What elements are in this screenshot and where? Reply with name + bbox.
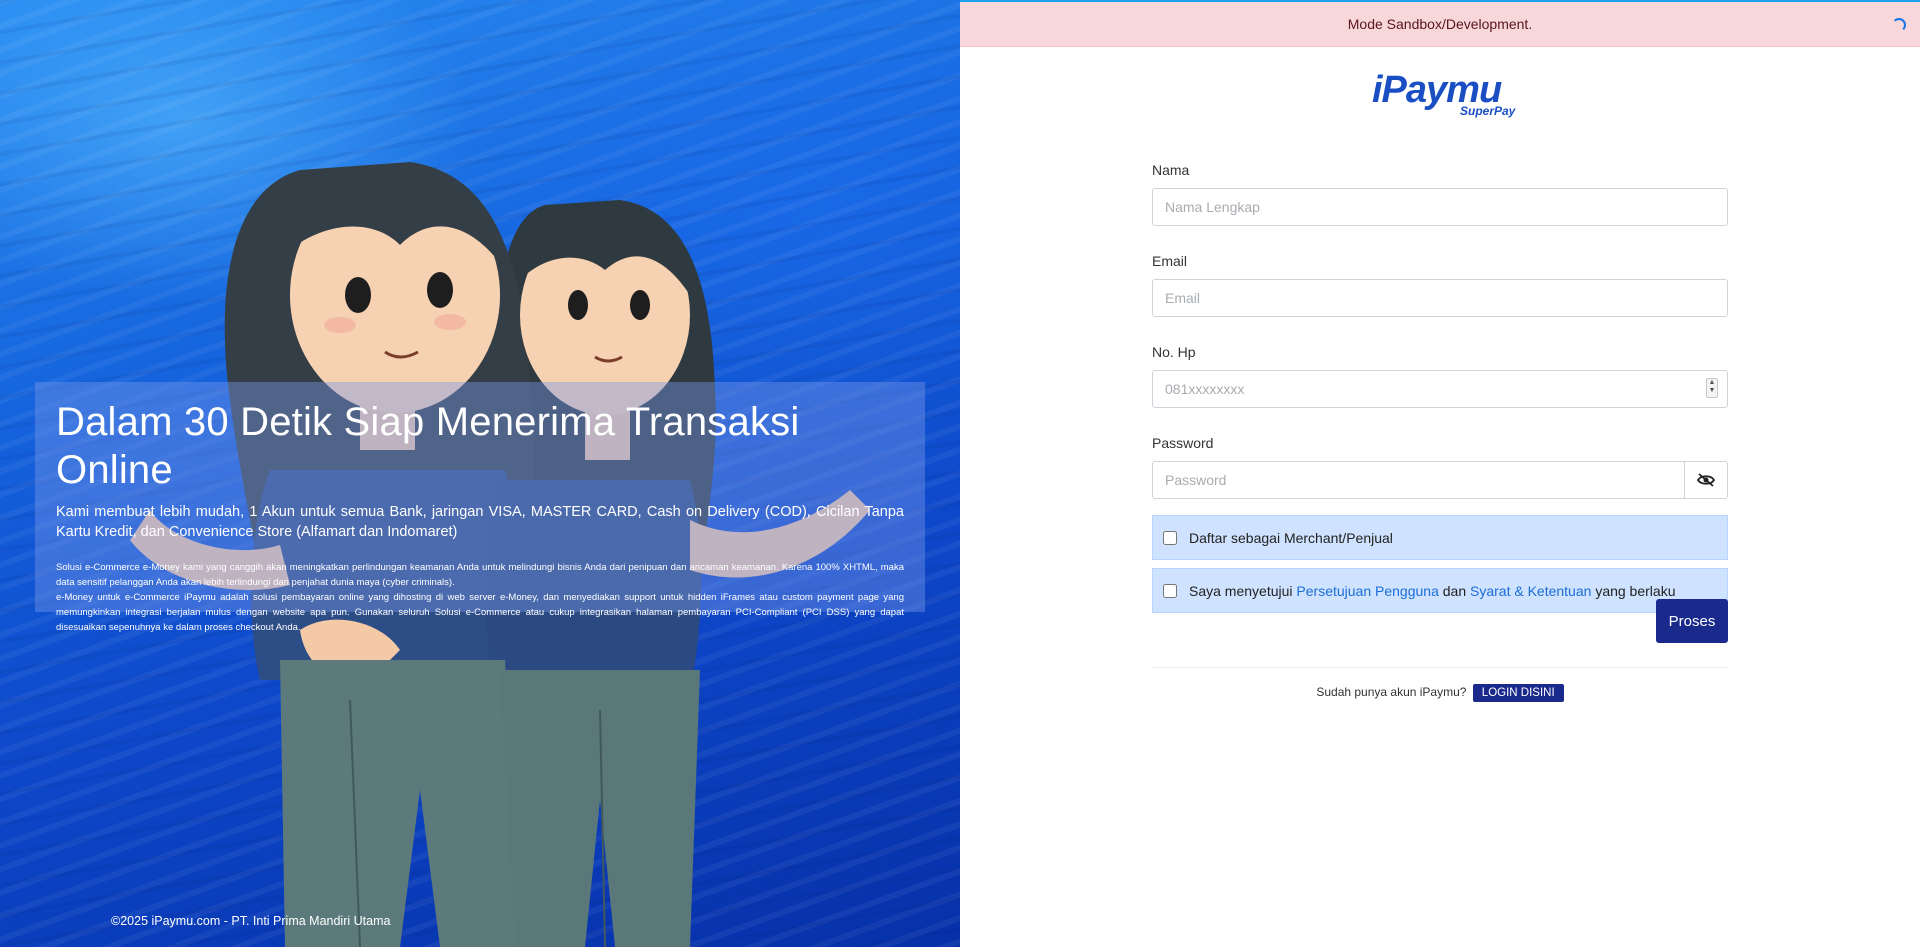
spinner-icon <box>1892 18 1906 32</box>
proses-button[interactable]: Proses <box>1656 599 1728 643</box>
password-label: Password <box>1152 435 1214 451</box>
hero-title: Dalam 30 Detik Siap Menerima Transaksi O… <box>56 400 800 492</box>
hero-subtitle: Kami membuat lebih mudah, 1 Akun untuk s… <box>56 504 904 540</box>
user-agreement-link[interactable]: Persetujuan Pengguna <box>1296 583 1438 599</box>
register-form: Nama Email No. Hp ▲▼ Password <box>1152 160 1728 702</box>
agreement-checkbox[interactable] <box>1163 583 1177 598</box>
phone-input[interactable] <box>1152 370 1728 408</box>
password-input[interactable] <box>1152 461 1685 499</box>
email-label: Email <box>1152 253 1188 269</box>
agreement-suffix: yang berlaku <box>1595 582 1676 599</box>
phone-label: No. Hp <box>1152 344 1196 360</box>
eye-slash-icon <box>1697 473 1715 487</box>
logo-tagline: SuperPay <box>1460 104 1516 118</box>
hero-paragraph-integration: e-Money untuk e-Commerce iPaymu adalah s… <box>56 592 904 633</box>
email-group: Email <box>1152 251 1728 317</box>
copyright-text: ©2025 iPaymu.com - PT. Inti Prima Mandir… <box>111 914 391 928</box>
hero-text-box: Dalam 30 Detik Siap Menerima Transaksi O… <box>35 382 925 633</box>
name-input[interactable] <box>1152 188 1728 226</box>
name-group: Nama <box>1152 160 1728 226</box>
hero-paragraph-security: Solusi e-Commerce e-Money kami yang cang… <box>56 562 904 588</box>
phone-group: No. Hp ▲▼ <box>1152 342 1728 408</box>
sandbox-banner: Mode Sandbox/Development. <box>960 2 1920 47</box>
login-prompt-text: Sudah punya akun iPaymu? <box>1316 685 1467 699</box>
agreement-checkbox-row[interactable]: Saya menyetujui Persetujuan Pengguna dan… <box>1152 568 1728 613</box>
divider <box>1152 667 1728 668</box>
password-toggle-button[interactable] <box>1684 461 1728 499</box>
login-button[interactable]: LOGIN DISINI <box>1472 684 1564 702</box>
merchant-checkbox-row[interactable]: Daftar sebagai Merchant/Penjual <box>1152 515 1728 560</box>
register-panel: Mode Sandbox/Development. iPaymu SuperPa… <box>960 0 1920 947</box>
merchant-checkbox-label: Daftar sebagai Merchant/Penjual <box>1189 529 1393 546</box>
sandbox-banner-text: Mode Sandbox/Development. <box>1347 16 1533 32</box>
hero-panel: Dalam 30 Detik Siap Menerima Transaksi O… <box>0 0 960 947</box>
password-group: Password <box>1152 433 1728 499</box>
agreement-prefix: Saya menyetujui <box>1189 582 1293 599</box>
email-input[interactable] <box>1152 279 1728 317</box>
login-prompt-row: Sudah punya akun iPaymu? LOGIN DISINI <box>1152 684 1728 702</box>
terms-link[interactable]: Syarat & Ketentuan <box>1470 583 1591 599</box>
merchant-checkbox[interactable] <box>1163 530 1177 545</box>
ipaymu-logo: iPaymu SuperPay <box>1372 70 1516 120</box>
phone-stepper[interactable]: ▲ ▼ <box>1706 378 1718 398</box>
password-wrapper <box>1152 461 1728 499</box>
agreement-middle: dan <box>1442 582 1467 599</box>
name-label: Nama <box>1152 162 1190 178</box>
